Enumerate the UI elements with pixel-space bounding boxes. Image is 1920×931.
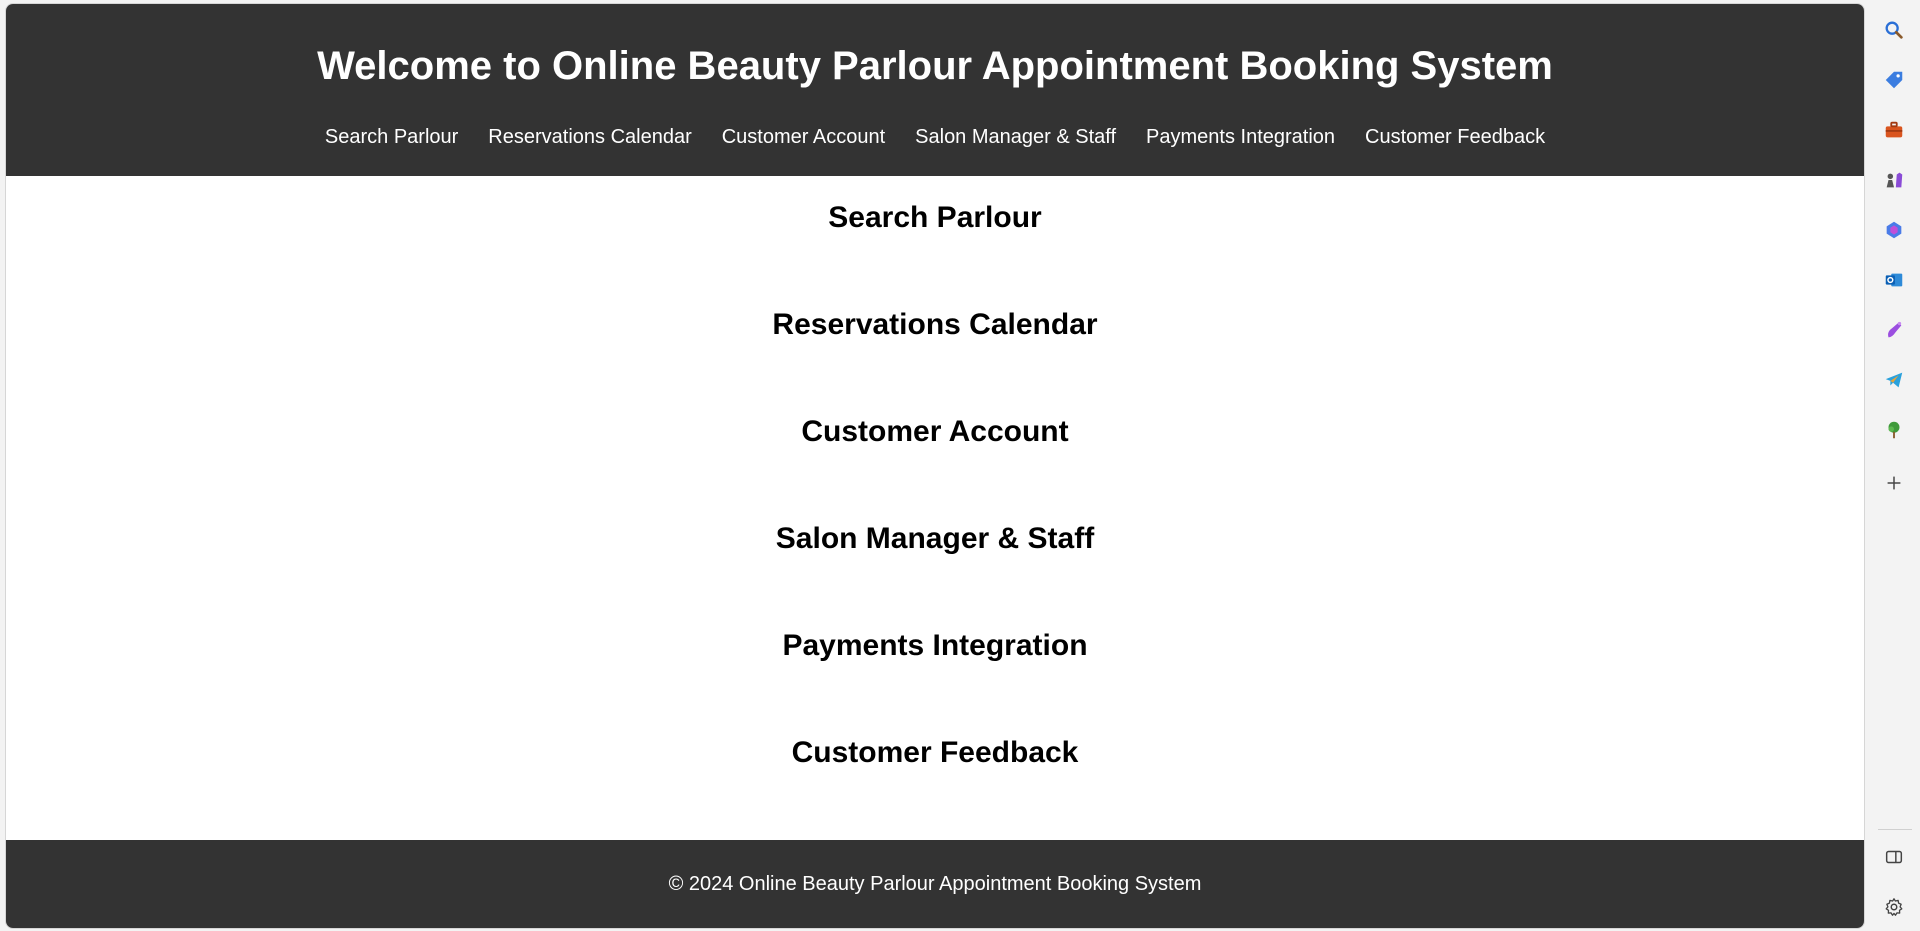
- plus-icon[interactable]: [1878, 467, 1910, 499]
- section-heading: Search Parlour: [828, 201, 1042, 234]
- section-heading: Customer Feedback: [791, 736, 1079, 769]
- section-payments-integration: Payments Integration: [6, 626, 1864, 733]
- copilot-icon[interactable]: [1878, 214, 1910, 246]
- nav-link-payments-integration[interactable]: Payments Integration: [1146, 125, 1335, 149]
- section-salon-manager-staff: Salon Manager & Staff: [6, 519, 1864, 626]
- nav-link-search-parlour[interactable]: Search Parlour: [325, 125, 458, 149]
- nav-link-customer-account[interactable]: Customer Account: [722, 125, 885, 149]
- section-heading: Payments Integration: [782, 629, 1088, 662]
- tree-icon[interactable]: [1878, 414, 1910, 446]
- section-heading: Reservations Calendar: [772, 308, 1098, 341]
- designer-icon[interactable]: [1878, 314, 1910, 346]
- section-customer-feedback: Customer Feedback: [6, 733, 1864, 840]
- section-heading: Salon Manager & Staff: [775, 522, 1095, 555]
- footer-copyright: © 2024 Online Beauty Parlour Appointment…: [668, 872, 1202, 895]
- settings-icon[interactable]: [1878, 891, 1910, 923]
- toolbox-icon[interactable]: [1878, 114, 1910, 146]
- section-customer-account: Customer Account: [6, 412, 1864, 519]
- site-header: Welcome to Online Beauty Parlour Appoint…: [6, 4, 1864, 176]
- page-title: Welcome to Online Beauty Parlour Appoint…: [317, 44, 1553, 88]
- split-screen-icon[interactable]: [1878, 841, 1910, 873]
- browser-sidebar: [1868, 0, 1920, 931]
- section-heading: Customer Account: [801, 415, 1069, 448]
- main-nav: Search Parlour Reservations Calendar Cus…: [6, 125, 1864, 149]
- section-reservations-calendar: Reservations Calendar: [6, 305, 1864, 412]
- chess-icon[interactable]: [1878, 164, 1910, 196]
- outlook-icon[interactable]: [1878, 264, 1910, 296]
- site-footer: © 2024 Online Beauty Parlour Appointment…: [6, 840, 1864, 928]
- nav-link-salon-manager-staff[interactable]: Salon Manager & Staff: [915, 125, 1116, 149]
- search-icon[interactable]: [1878, 14, 1910, 46]
- nav-link-reservations-calendar[interactable]: Reservations Calendar: [488, 125, 691, 149]
- browser-viewport: Welcome to Online Beauty Parlour Appoint…: [5, 3, 1865, 929]
- section-search-parlour: Search Parlour: [6, 198, 1864, 305]
- telegram-icon[interactable]: [1878, 364, 1910, 396]
- tag-icon[interactable]: [1878, 64, 1910, 96]
- main-content: Search Parlour Reservations Calendar Cus…: [6, 176, 1864, 846]
- nav-link-customer-feedback[interactable]: Customer Feedback: [1365, 125, 1545, 149]
- sidebar-divider: [1878, 829, 1912, 830]
